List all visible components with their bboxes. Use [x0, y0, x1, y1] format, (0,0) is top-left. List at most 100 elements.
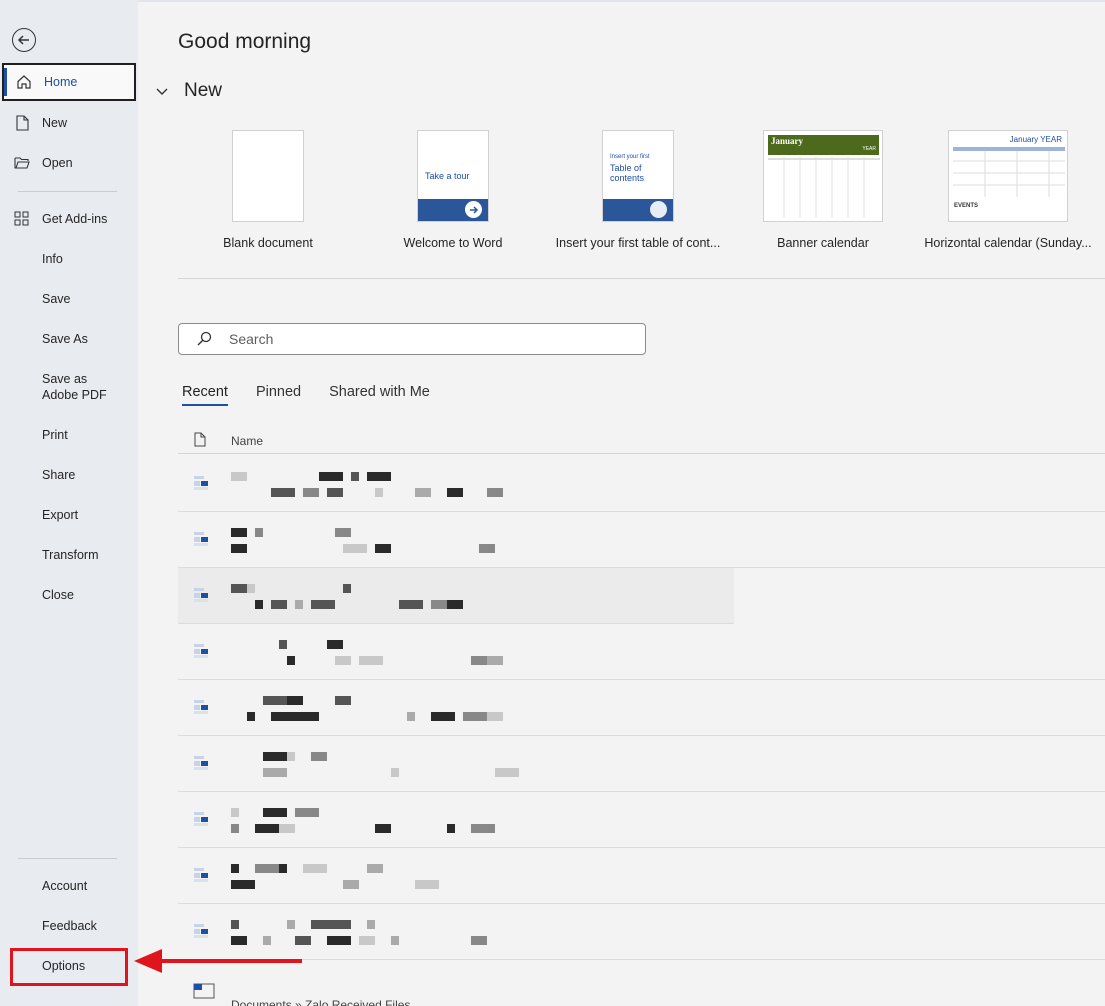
table-row[interactable]: [178, 512, 1105, 568]
redacted-text-block: [255, 528, 263, 537]
redacted-text-block: [391, 768, 399, 777]
back-button[interactable]: [12, 28, 36, 52]
new-section-header[interactable]: New: [156, 80, 222, 102]
table-row[interactable]: [178, 680, 1105, 736]
options-highlight-box: [10, 948, 128, 986]
word-document-icon: [192, 474, 216, 492]
file-path: Documents » Zalo Received Files: [231, 998, 411, 1006]
sidebar-item-label: Print: [42, 428, 68, 442]
sidebar-item-label: Close: [42, 588, 74, 602]
annotation-arrow-head: [134, 949, 162, 973]
sidebar-item-label: Account: [42, 879, 88, 893]
template-table-of-contents[interactable]: Insert your first Table of contents Inse…: [553, 130, 723, 250]
word-document-icon: [192, 922, 216, 940]
tab-recent[interactable]: Recent: [182, 384, 228, 406]
redacted-text-block: [367, 472, 391, 481]
sidebar-item-label: Export: [42, 508, 79, 522]
redacted-text-block: [231, 824, 239, 833]
redacted-text-block: [335, 920, 351, 929]
redacted-text-block: [263, 936, 271, 945]
table-row[interactable]: Documents » Zalo Received Files: [178, 960, 1105, 1006]
calendar-grid: [768, 157, 880, 217]
redacted-text-block: [415, 488, 431, 497]
tab-shared-with-me[interactable]: Shared with Me: [329, 384, 430, 406]
table-row[interactable]: [178, 792, 1105, 848]
sidebar-item-close[interactable]: Close: [2, 576, 136, 614]
redacted-text-block: [343, 584, 351, 593]
sidebar-item-label: Home: [44, 75, 78, 89]
word-document-icon: [192, 698, 216, 716]
redacted-text-block: [271, 488, 295, 497]
sidebar-item-home[interactable]: Home: [2, 63, 136, 101]
sidebar-item-label: Open: [42, 156, 73, 170]
redacted-text-block: [319, 472, 343, 481]
word-document-icon: [192, 586, 216, 604]
redacted-text-block: [463, 712, 487, 721]
sidebar-item-label: Feedback: [42, 919, 97, 933]
table-row[interactable]: [178, 624, 1105, 680]
word-document-icon: [192, 754, 216, 772]
sidebar-item-save-as[interactable]: Save As: [2, 320, 136, 358]
sidebar-item-transform[interactable]: Transform: [2, 536, 136, 574]
search-box[interactable]: [178, 323, 646, 355]
sidebar-item-feedback[interactable]: Feedback: [2, 907, 136, 945]
sidebar-item-print[interactable]: Print: [2, 416, 136, 454]
redacted-text-block: [255, 864, 279, 873]
table-row[interactable]: [178, 736, 1105, 792]
redacted-text-block: [311, 752, 327, 761]
template-caption: Insert your first table of cont...: [555, 236, 721, 250]
redacted-text-block: [255, 824, 279, 833]
template-thumbnail: [232, 130, 304, 222]
table-row[interactable]: [178, 904, 1105, 960]
table-row[interactable]: [178, 848, 1105, 904]
redacted-text-block: [287, 656, 295, 665]
section-divider: [178, 278, 1105, 279]
sidebar-item-open[interactable]: Open: [2, 144, 136, 182]
template-horizontal-calendar[interactable]: January YEAR EVENTS Horizontal calendar …: [923, 130, 1093, 250]
sidebar-item-save-as-adobe-pdf[interactable]: Save as Adobe PDF: [2, 367, 136, 407]
redacted-text-block: [311, 600, 335, 609]
template-blank-document[interactable]: Blank document: [183, 130, 353, 250]
sidebar-item-save[interactable]: Save: [2, 280, 136, 318]
template-welcome-to-word[interactable]: Take a tour Welcome to Word: [368, 130, 538, 250]
redacted-text-block: [327, 488, 343, 497]
redacted-text-block: [471, 824, 495, 833]
sidebar-item-info[interactable]: Info: [2, 240, 136, 278]
template-banner-calendar[interactable]: January YEAR Banner calendar: [738, 130, 908, 250]
redacted-text-block: [335, 656, 351, 665]
table-row[interactable]: [178, 568, 734, 624]
redacted-text-block: [231, 472, 247, 481]
sidebar-item-export[interactable]: Export: [2, 496, 136, 534]
redacted-text-block: [287, 752, 295, 761]
table-row[interactable]: [178, 456, 1105, 512]
sidebar-item-share[interactable]: Share: [2, 456, 136, 494]
column-header-name[interactable]: Name: [231, 434, 263, 448]
thumb-text: Table of contents: [610, 163, 645, 183]
redacted-text-block: [335, 696, 351, 705]
sidebar-item-new[interactable]: New: [2, 104, 136, 142]
main-content: Good morning New Blank document Take a t…: [138, 0, 1105, 1006]
redacted-text-block: [295, 600, 303, 609]
redacted-text-block: [231, 808, 239, 817]
redacted-text-block: [247, 712, 255, 721]
redacted-text-block: [247, 584, 255, 593]
file-list-tabs: Recent Pinned Shared with Me: [182, 384, 458, 406]
tab-pinned[interactable]: Pinned: [256, 384, 301, 406]
redacted-text-block: [287, 696, 303, 705]
redacted-text-block: [279, 640, 287, 649]
redacted-text-block: [431, 712, 455, 721]
thumb-small-text: Insert your first: [610, 154, 650, 160]
sidebar-item-get-add-ins[interactable]: Get Add-ins: [2, 200, 136, 238]
redacted-text-block: [311, 920, 335, 929]
word-document-icon: [192, 530, 216, 548]
table-icon: [650, 201, 667, 218]
redacted-text-block: [375, 544, 391, 553]
redacted-text-block: [351, 472, 359, 481]
sidebar-item-account[interactable]: Account: [2, 867, 136, 905]
sidebar-item-label: New: [42, 116, 68, 130]
redacted-text-block: [255, 600, 263, 609]
search-input[interactable]: [229, 331, 609, 347]
redacted-text-block: [487, 488, 503, 497]
chevron-down-icon: [156, 84, 176, 99]
thumb-events-text: EVENTS: [954, 203, 979, 209]
